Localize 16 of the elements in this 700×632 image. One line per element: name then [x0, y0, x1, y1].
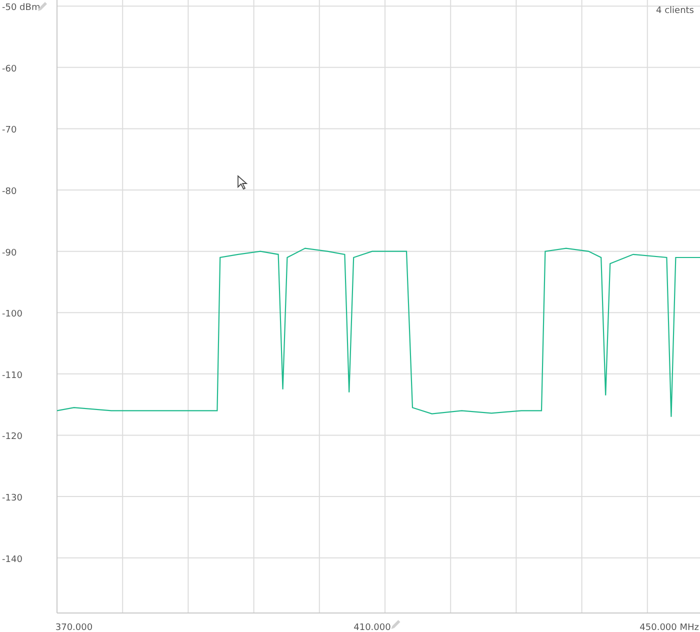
- x-axis-label: 450.000 MHz: [640, 623, 699, 632]
- y-axis-label: -90: [2, 248, 17, 258]
- y-axis-label: -130: [2, 494, 22, 504]
- pencil-icon[interactable]: [38, 2, 47, 11]
- clients-count: 4 clients: [656, 6, 694, 16]
- cursor-icon: [238, 175, 248, 190]
- y-axis-label: -60: [2, 64, 17, 74]
- y-axis-label: -110: [2, 370, 22, 381]
- x-axis-label: 410.000: [354, 623, 391, 632]
- y-axis-label: -140: [2, 554, 22, 565]
- y-axis-label: -80: [2, 187, 17, 198]
- y-axis-label: -100: [2, 310, 22, 320]
- y-axis-label: -120: [2, 432, 22, 442]
- y-axis-label: -70: [2, 126, 17, 136]
- y-axis-label: -50 dBm: [2, 3, 40, 14]
- x-axis-label: 370.000: [55, 623, 93, 632]
